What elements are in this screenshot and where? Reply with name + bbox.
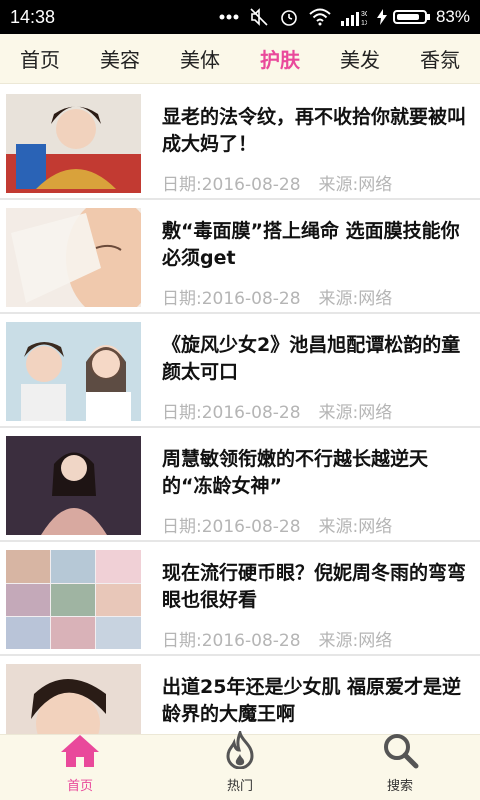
svg-text:3G: 3G <box>361 11 367 18</box>
article-meta: 日期:2016-08-28 来源:网络 <box>162 284 392 309</box>
nav-search[interactable]: 搜索 <box>340 734 460 800</box>
article-thumbnail <box>6 664 141 734</box>
mute-icon <box>249 7 269 27</box>
article-meta: 日期:2016-08-28 来源:网络 <box>162 170 392 195</box>
article-item[interactable]: 敷“毒面膜”搭上绳命 选面膜技能你必须get 日期:2016-08-28 来源:网络 <box>0 200 480 312</box>
nav-hot[interactable]: 热门 <box>180 728 300 800</box>
status-icons: 3G1X 83% <box>219 7 470 27</box>
article-item[interactable]: 《旋风少女2》池昌旭配谭松韵的童颜太可口日期:2016-08-28 来源:网络 <box>0 314 480 426</box>
article-thumbnail <box>6 94 141 193</box>
article-date: 日期:2016-08-28 <box>162 403 301 423</box>
article-thumbnail <box>6 436 141 535</box>
article-date: 日期:2016-08-28 <box>162 289 301 309</box>
bottom-nav: 首页 热门 搜索 <box>0 728 480 800</box>
article-source: 来源:网络 <box>318 631 393 651</box>
article-title: 周慧敏领衔嫩的不行越长越逆天的“冻龄女神” <box>162 448 429 497</box>
article-list: 显老的法令纹，再不收拾你就要被叫成大妈了！ 日期:2016-08-28 来源:网络敷… <box>0 86 480 734</box>
article-thumbnail <box>6 550 141 649</box>
tab-0[interactable]: 首页 <box>14 44 66 73</box>
charging-icon <box>376 9 387 25</box>
nav-home[interactable]: 首页 <box>20 735 140 800</box>
article-source: 来源:网络 <box>318 175 393 195</box>
article-source: 来源:网络 <box>318 403 393 423</box>
article-title: 《旋风少女2》池昌旭配谭松韵的童颜太可口 <box>162 334 461 383</box>
article-thumbnail <box>6 208 141 307</box>
status-bar: 14:38 3G1X 83% <box>0 0 480 34</box>
article-title: 敷“毒面膜”搭上绳命 选面膜技能你必须get <box>162 220 460 269</box>
tab-3[interactable]: 护肤 <box>254 44 306 73</box>
home-icon <box>59 733 101 773</box>
article-date: 日期:2016-08-28 <box>162 517 301 537</box>
nav-home-label: 首页 <box>66 779 93 794</box>
status-time: 14:38 <box>10 6 56 27</box>
article-meta: 日期:2016-08-28 来源:网络 <box>162 398 392 423</box>
article-title: 现在流行硬币眼？倪妮周冬雨的弯弯眼也很好看 <box>162 562 467 611</box>
nav-search-label: 搜索 <box>386 779 413 794</box>
article-meta: 日期:2016-08-28 来源:网络 <box>162 512 392 537</box>
tab-4[interactable]: 美发 <box>334 44 386 73</box>
article-thumbnail <box>6 322 141 421</box>
signal-icon: 3G1X <box>340 8 367 26</box>
wifi-icon <box>309 8 331 26</box>
article-item[interactable]: 周慧敏领衔嫩的不行越长越逆天的“冻龄女神” 日期:2016-08-28 来源:网络 <box>0 428 480 540</box>
alarm-icon <box>279 7 299 27</box>
tab-5[interactable]: 香氛 <box>414 44 466 73</box>
article-title: 出道25年还是少女肌 福原爱才是逆龄界的大魔王啊 <box>162 676 462 725</box>
article-meta: 日期:2016-08-28 来源:网络 <box>162 626 392 651</box>
svg-text:1X: 1X <box>361 20 367 26</box>
battery-icon <box>392 10 427 24</box>
category-tabs: 首页 美容 美体 护肤 美发 香氛 <box>0 34 480 84</box>
article-item[interactable]: 出道25年还是少女肌 福原爱才是逆龄界的大魔王啊 <box>0 656 480 734</box>
article-source: 来源:网络 <box>318 289 393 309</box>
article-source: 来源:网络 <box>318 517 393 537</box>
article-title: 显老的法令纹，再不收拾你就要被叫成大妈了！ <box>162 106 467 155</box>
tab-1[interactable]: 美容 <box>94 44 146 73</box>
article-item[interactable]: 显老的法令纹，再不收拾你就要被叫成大妈了！ 日期:2016-08-28 来源:网络 <box>0 86 480 198</box>
more-dots-icon <box>219 14 239 20</box>
battery-percent: 83% <box>435 7 470 26</box>
article-item[interactable]: 现在流行硬币眼？倪妮周冬雨的弯弯眼也很好看日期:2016-08-28 来源:网络 <box>0 542 480 654</box>
article-date: 日期:2016-08-28 <box>162 631 301 651</box>
battery: 83% <box>376 7 470 27</box>
tab-2[interactable]: 美体 <box>174 44 226 73</box>
fire-icon <box>222 728 258 773</box>
article-date: 日期:2016-08-28 <box>162 175 301 195</box>
nav-hot-label: 热门 <box>226 779 253 794</box>
search-icon <box>381 731 419 773</box>
